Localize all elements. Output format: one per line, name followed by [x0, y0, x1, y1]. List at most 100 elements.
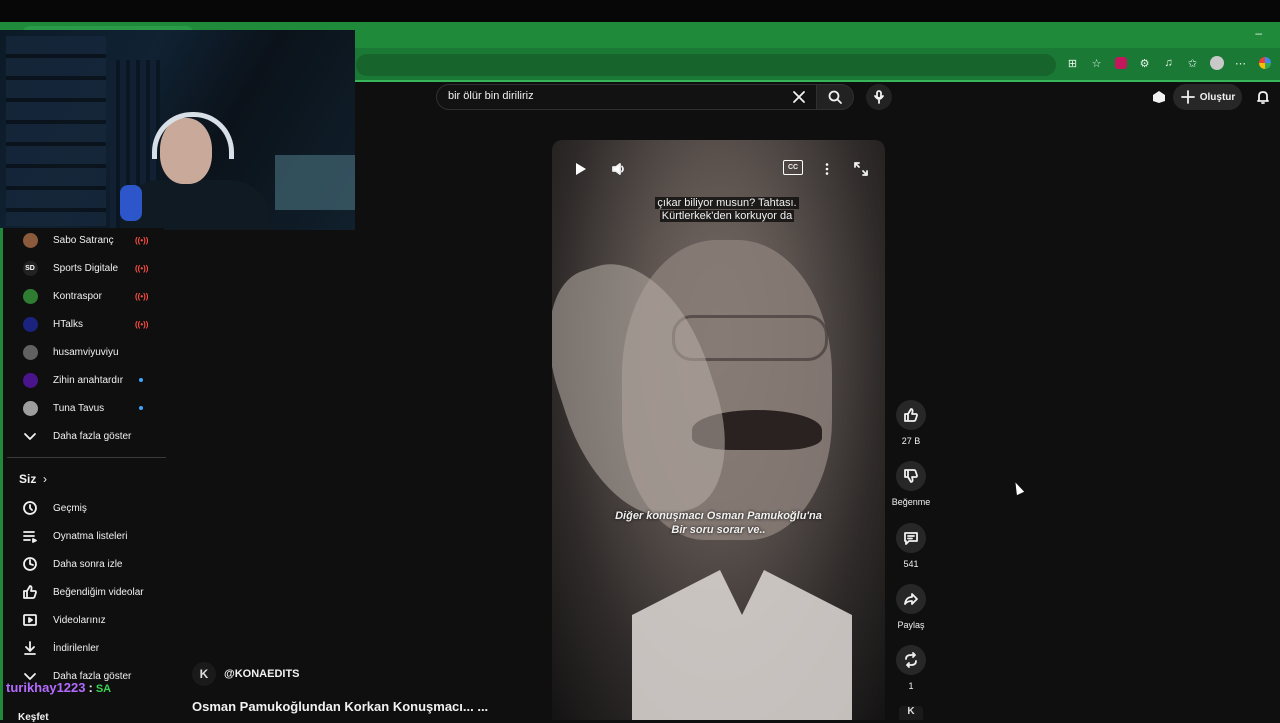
comment-icon	[904, 532, 918, 545]
live-icon: ((•))	[135, 319, 149, 329]
comments-action: 541	[896, 523, 926, 569]
you-section-title[interactable]: Siz	[19, 472, 36, 486]
media-icon[interactable]: ♫	[1159, 52, 1178, 74]
address-bar[interactable]	[356, 54, 1056, 76]
sidebar-item-watch-later[interactable]: Daha sonra izle	[3, 550, 164, 578]
notifications-button[interactable]	[1252, 86, 1274, 108]
voice-search-button[interactable]	[866, 84, 892, 110]
comments-button[interactable]	[896, 523, 926, 553]
sidebar-item-htalks[interactable]: HTalks ((•))	[3, 310, 164, 338]
shorts-video-player[interactable]: CC çıkar biliyor musun? Tahtası. Kürtler…	[552, 140, 885, 720]
sidebar-item-history[interactable]: Geçmiş	[3, 494, 164, 522]
remix-icon	[905, 652, 917, 668]
channel-handle[interactable]: @KONAEDITS	[224, 668, 300, 680]
sidebar-item-label: Geçmiş	[53, 502, 87, 514]
playlists-icon	[21, 527, 39, 545]
sidebar-item-sports-digitale[interactable]: SD Sports Digitale ((•))	[3, 254, 164, 282]
sidebar: Sabo Satranç ((•)) SD Sports Digitale ((…	[0, 226, 166, 720]
fullscreen-icon[interactable]	[850, 158, 872, 180]
liked-icon	[21, 583, 39, 601]
browser-extension-icons: ⊞ ☆ ⚙ ♫ ✩ ⋯	[1063, 52, 1280, 74]
share-label: Paylaş	[897, 620, 925, 630]
your-videos-icon	[21, 611, 39, 629]
chevron-right-icon[interactable]: ›	[43, 472, 47, 486]
bookmarks-icon[interactable]: ✩	[1183, 52, 1202, 74]
video-subtitle: çıkar biliyor musun? Tahtası. Kürtlerkek…	[622, 197, 832, 223]
sidebar-item-label: Sabo Satranç	[53, 234, 114, 246]
os-top-bar	[0, 0, 1280, 22]
search-input[interactable]: bir ölür bin diriliriz	[448, 90, 534, 102]
dislike-label: Beğenme	[891, 497, 931, 507]
bookshelf	[6, 36, 106, 226]
sidebar-item-husamviyuviyu[interactable]: husamviyuviyu	[3, 338, 164, 366]
plus-icon	[1180, 90, 1195, 104]
create-sparkle-icon[interactable]	[1148, 86, 1170, 108]
extensions-icon[interactable]: ⚙	[1135, 52, 1154, 74]
chat-username: turikhay1223	[6, 680, 86, 695]
sidebar-item-tuna-tavus[interactable]: Tuna Tavus	[3, 394, 164, 422]
downloads-icon	[21, 639, 39, 657]
more-options-icon[interactable]	[816, 158, 838, 180]
google-icon[interactable]	[1255, 52, 1274, 74]
webcam-overlay	[0, 30, 355, 230]
video-caption: Diğer konuşmacı Osman Pamukoğlu'na Bir s…	[582, 509, 855, 537]
play-icon[interactable]	[569, 158, 591, 180]
search-button[interactable]	[816, 84, 854, 110]
sidebar-item-kontraspor[interactable]: Kontraspor ((•))	[3, 282, 164, 310]
channel-avatar[interactable]: K	[192, 662, 216, 686]
sidebar-item-label: Kontraspor	[53, 290, 102, 302]
explore-section-title[interactable]: Keşfet	[18, 712, 49, 723]
subtitle-line: Kürtlerkek'den korkuyor da	[659, 210, 795, 222]
caption-line: Diğer konuşmacı Osman Pamukoğlu'na	[615, 510, 822, 522]
remix-button[interactable]	[896, 645, 926, 675]
remix-count: 1	[908, 681, 914, 691]
channel-info: K @KONAEDITS	[192, 662, 300, 686]
sidebar-item-label: Daha sonra izle	[53, 558, 123, 570]
like-button[interactable]	[896, 400, 926, 430]
stream-chat-message: turikhay1223: SA	[6, 680, 111, 695]
streamer-body	[120, 180, 270, 230]
sidebar-item-label: Daha fazla göster	[53, 430, 132, 442]
mouse-cursor-icon	[1011, 480, 1025, 496]
monitor-light	[275, 155, 355, 210]
clear-search-icon[interactable]	[788, 86, 810, 108]
like-action: 27 B	[896, 400, 926, 446]
channel-avatar	[21, 315, 39, 333]
menu-icon[interactable]: ⋯	[1231, 52, 1250, 74]
sidebar-item-playlists[interactable]: Oynatma listeleri	[3, 522, 164, 550]
star-icon[interactable]: ☆	[1087, 52, 1106, 74]
channel-avatar	[21, 343, 39, 361]
channel-avatar	[21, 399, 39, 417]
captions-button[interactable]: CC	[783, 160, 803, 175]
tab-search-icon[interactable]: ⊞	[1063, 52, 1082, 74]
minimize-button[interactable]: –	[1255, 26, 1262, 40]
show-more-subscriptions[interactable]: Daha fazla göster	[3, 422, 164, 450]
channel-mini-avatar[interactable]: K	[899, 706, 923, 720]
sidebar-item-label: Beğendiğim videolar	[53, 586, 144, 598]
sidebar-item-label: Videolarınız	[53, 614, 106, 626]
dislike-action: Beğenme	[892, 461, 930, 507]
video-title[interactable]: Osman Pamukoğlundan Korkan Konuşmacı... …	[192, 699, 488, 714]
channel-avatar	[21, 287, 39, 305]
headset-icon	[152, 112, 234, 159]
share-button[interactable]	[896, 584, 926, 614]
sidebar-item-downloads[interactable]: İndirilenler	[3, 634, 164, 662]
dislike-button[interactable]	[896, 461, 926, 491]
create-button[interactable]: Oluştur	[1173, 84, 1242, 110]
share-icon	[904, 593, 918, 605]
profile-icon[interactable]	[1207, 52, 1226, 74]
watch-later-icon	[21, 555, 39, 573]
sidebar-item-your-videos[interactable]: Videolarınız	[3, 606, 164, 634]
extension-pink-icon[interactable]	[1111, 52, 1130, 74]
subtitle-line: çıkar biliyor musun? Tahtası.	[655, 197, 799, 209]
chevron-down-icon	[21, 427, 39, 445]
new-content-dot	[139, 378, 143, 382]
channel-avatar: SD	[21, 259, 39, 277]
live-icon: ((•))	[135, 235, 149, 245]
sidebar-item-sabo-satranc[interactable]: Sabo Satranç ((•))	[3, 226, 164, 254]
new-content-dot	[139, 406, 143, 410]
mic-icon	[874, 90, 884, 104]
sidebar-item-zihin-anahtardir[interactable]: Zihin anahtardır	[3, 366, 164, 394]
sidebar-item-liked-videos[interactable]: Beğendiğim videolar	[3, 578, 164, 606]
volume-icon[interactable]	[608, 158, 630, 180]
